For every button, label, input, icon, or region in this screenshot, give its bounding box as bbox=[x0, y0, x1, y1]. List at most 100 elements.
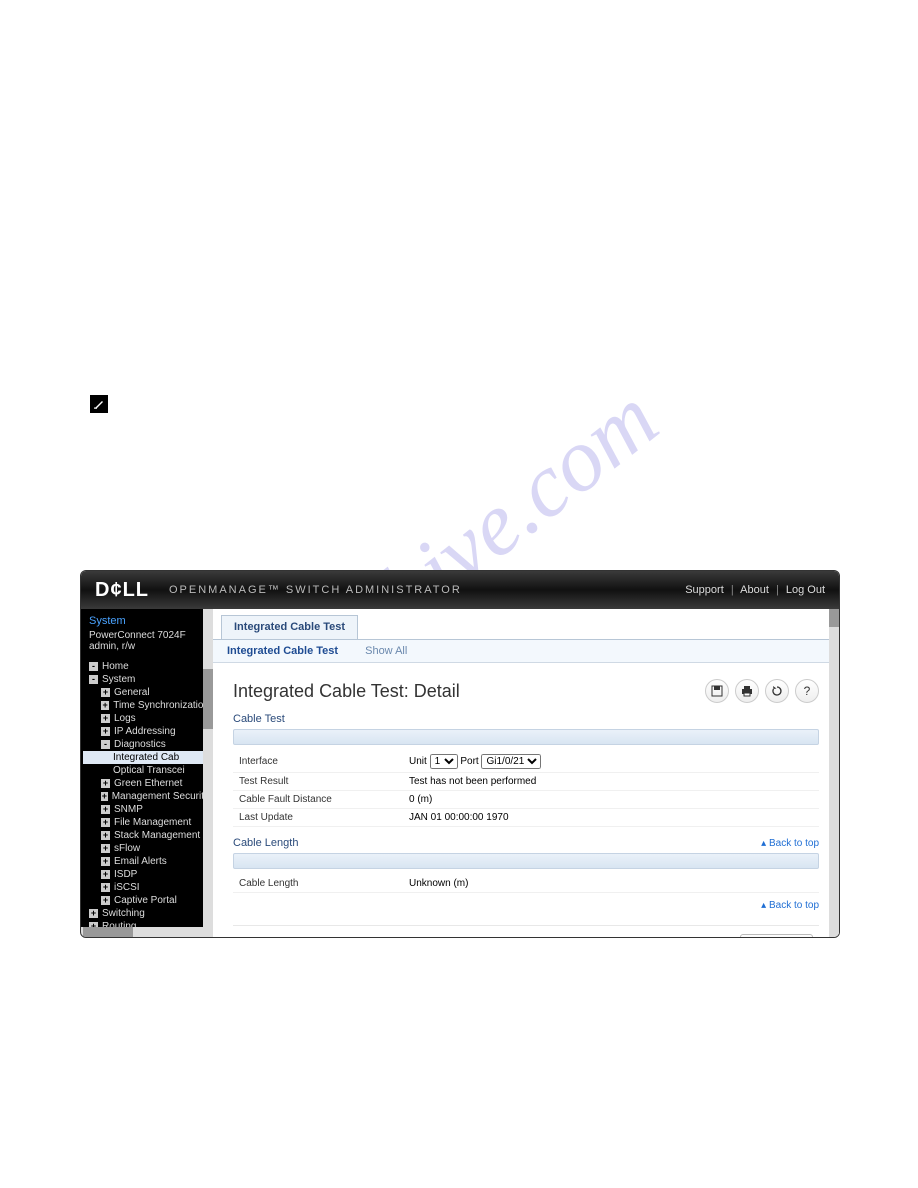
header-links: Support | About | Log Out bbox=[685, 584, 825, 596]
section-cable-test-bar bbox=[233, 729, 819, 745]
port-select[interactable]: Gi1/0/21 bbox=[481, 754, 541, 769]
support-link[interactable]: Support bbox=[685, 584, 724, 596]
expand-icon[interactable]: + bbox=[101, 844, 110, 853]
sidebar-vscroll[interactable] bbox=[203, 609, 213, 937]
nav-item-stack-management[interactable]: + Stack Management bbox=[83, 829, 211, 842]
subtab-detail[interactable]: Integrated Cable Test bbox=[227, 645, 338, 657]
nav-item-snmp[interactable]: + SNMP bbox=[83, 803, 211, 816]
system-link[interactable]: System bbox=[89, 615, 205, 627]
interface-label: Interface bbox=[233, 751, 403, 773]
expand-icon[interactable]: + bbox=[101, 831, 110, 840]
nav-item-label: Diagnostics bbox=[114, 739, 166, 750]
expand-icon[interactable]: + bbox=[101, 818, 110, 827]
test-result-label: Test Result bbox=[233, 773, 403, 791]
nav-item-general[interactable]: + General bbox=[83, 686, 211, 699]
nav-item-sflow[interactable]: + sFlow bbox=[83, 842, 211, 855]
fault-distance-value: 0 (m) bbox=[403, 791, 819, 809]
sidebar-hscroll[interactable] bbox=[81, 927, 203, 937]
expand-icon[interactable]: + bbox=[101, 896, 110, 905]
nav-item-label: Home bbox=[102, 661, 129, 672]
section-cable-test-label: Cable Test bbox=[233, 713, 819, 725]
nav-item-switching[interactable]: + Switching bbox=[83, 907, 211, 920]
cable-test-table: Interface Unit 1 Port Gi1/0/21 Test Resu… bbox=[233, 751, 819, 827]
sidebar: System PowerConnect 7024F admin, r/w -Ho… bbox=[81, 609, 213, 937]
nav-item-email-alerts[interactable]: +Email Alerts bbox=[83, 855, 211, 868]
cable-length-table: Cable Length Unknown (m) bbox=[233, 875, 819, 893]
nav-item-management-security[interactable]: + Management Security bbox=[83, 790, 211, 803]
nav-item-iscsi[interactable]: + iSCSI bbox=[83, 881, 211, 894]
app-window: D¢LL OPENMANAGE™ SWITCH ADMINISTRATOR Su… bbox=[80, 570, 840, 938]
cable-length-label: Cable Length bbox=[233, 875, 403, 893]
nav-item-label: SNMP bbox=[114, 804, 143, 815]
back-to-top-link-2[interactable]: ▴ Back to top bbox=[761, 900, 819, 911]
last-update-label: Last Update bbox=[233, 809, 403, 827]
nav-item-diagnostics[interactable]: -Diagnostics bbox=[83, 738, 211, 751]
nav-item-file-management[interactable]: + File Management bbox=[83, 816, 211, 829]
nav-item-optical-transcei[interactable]: Optical Transcei bbox=[83, 764, 211, 777]
expand-icon[interactable]: - bbox=[89, 675, 98, 684]
nav-item-integrated-cab[interactable]: Integrated Cab bbox=[83, 751, 211, 764]
nav-item-label: File Management bbox=[114, 817, 191, 828]
expand-icon[interactable]: + bbox=[89, 909, 98, 918]
tab-integrated-cable-test[interactable]: Integrated Cable Test bbox=[221, 615, 358, 639]
expand-icon[interactable]: + bbox=[101, 701, 109, 710]
nav-item-label: iSCSI bbox=[114, 882, 140, 893]
nav-item-captive-portal[interactable]: + Captive Portal bbox=[83, 894, 211, 907]
expand-icon[interactable]: + bbox=[101, 779, 110, 788]
save-icon[interactable] bbox=[705, 679, 729, 703]
main-vscroll[interactable] bbox=[829, 609, 839, 937]
print-icon[interactable] bbox=[735, 679, 759, 703]
expand-icon[interactable]: + bbox=[101, 714, 110, 723]
nav-item-system[interactable]: -System bbox=[83, 673, 211, 686]
expand-icon[interactable]: + bbox=[101, 792, 108, 801]
nav-item-label: General bbox=[114, 687, 150, 698]
nav-item-logs[interactable]: + Logs bbox=[83, 712, 211, 725]
app-header: D¢LL OPENMANAGE™ SWITCH ADMINISTRATOR Su… bbox=[81, 571, 839, 609]
nav-item-label: Integrated Cab bbox=[113, 752, 179, 763]
cable-length-value: Unknown (m) bbox=[403, 875, 819, 893]
page-title: Integrated Cable Test: Detail bbox=[233, 681, 460, 702]
nav-item-time-synchronization[interactable]: + Time Synchronization bbox=[83, 699, 211, 712]
nav-item-label: Captive Portal bbox=[114, 895, 177, 906]
logout-link[interactable]: Log Out bbox=[786, 584, 825, 596]
user-role: admin, r/w bbox=[89, 641, 205, 652]
subtab-row: Integrated Cable Test Show All bbox=[213, 640, 839, 663]
expand-icon[interactable]: + bbox=[101, 805, 110, 814]
nav-item-label: Optical Transcei bbox=[113, 765, 185, 776]
about-link[interactable]: About bbox=[740, 584, 769, 596]
refresh-icon[interactable] bbox=[765, 679, 789, 703]
nav-item-label: Management Security bbox=[112, 791, 209, 802]
nav-item-isdp[interactable]: + ISDP bbox=[83, 868, 211, 881]
nav-item-label: ISDP bbox=[114, 869, 137, 880]
nav-item-label: Stack Management bbox=[114, 830, 200, 841]
nav-item-label: Time Synchronization bbox=[113, 700, 209, 711]
app-title: OPENMANAGE™ SWITCH ADMINISTRATOR bbox=[169, 584, 462, 596]
run-test-button[interactable]: Run Test bbox=[740, 934, 813, 938]
nav-item-label: Switching bbox=[102, 908, 145, 919]
subtab-show-all[interactable]: Show All bbox=[365, 645, 407, 657]
expand-icon[interactable]: + bbox=[101, 688, 110, 697]
expand-icon[interactable]: - bbox=[101, 740, 110, 749]
nav-item-label: System bbox=[102, 674, 135, 685]
expand-icon[interactable]: + bbox=[101, 857, 110, 866]
expand-icon[interactable]: - bbox=[89, 662, 98, 671]
help-icon[interactable]: ? bbox=[795, 679, 819, 703]
fault-distance-label: Cable Fault Distance bbox=[233, 791, 403, 809]
back-to-top-link[interactable]: ▴ Back to top bbox=[761, 838, 819, 849]
unit-select[interactable]: 1 bbox=[430, 754, 458, 769]
expand-icon[interactable]: + bbox=[101, 727, 110, 736]
nav-item-label: Logs bbox=[114, 713, 136, 724]
nav-item-label: sFlow bbox=[114, 843, 140, 854]
nav-item-green-ethernet[interactable]: + Green Ethernet bbox=[83, 777, 211, 790]
last-update-value: JAN 01 00:00:00 1970 bbox=[403, 809, 819, 827]
note-icon bbox=[90, 395, 108, 413]
unit-label: Unit bbox=[409, 756, 427, 767]
nav-item-label: IP Addressing bbox=[114, 726, 176, 737]
expand-icon[interactable]: + bbox=[101, 870, 110, 879]
nav-item-ip-addressing[interactable]: + IP Addressing bbox=[83, 725, 211, 738]
tab-row: Integrated Cable Test bbox=[213, 609, 839, 640]
nav-item-label: Green Ethernet bbox=[114, 778, 182, 789]
expand-icon[interactable]: + bbox=[101, 883, 110, 892]
nav-item-home[interactable]: -Home bbox=[83, 660, 211, 673]
sidebar-info: System PowerConnect 7024F admin, r/w bbox=[81, 609, 213, 660]
